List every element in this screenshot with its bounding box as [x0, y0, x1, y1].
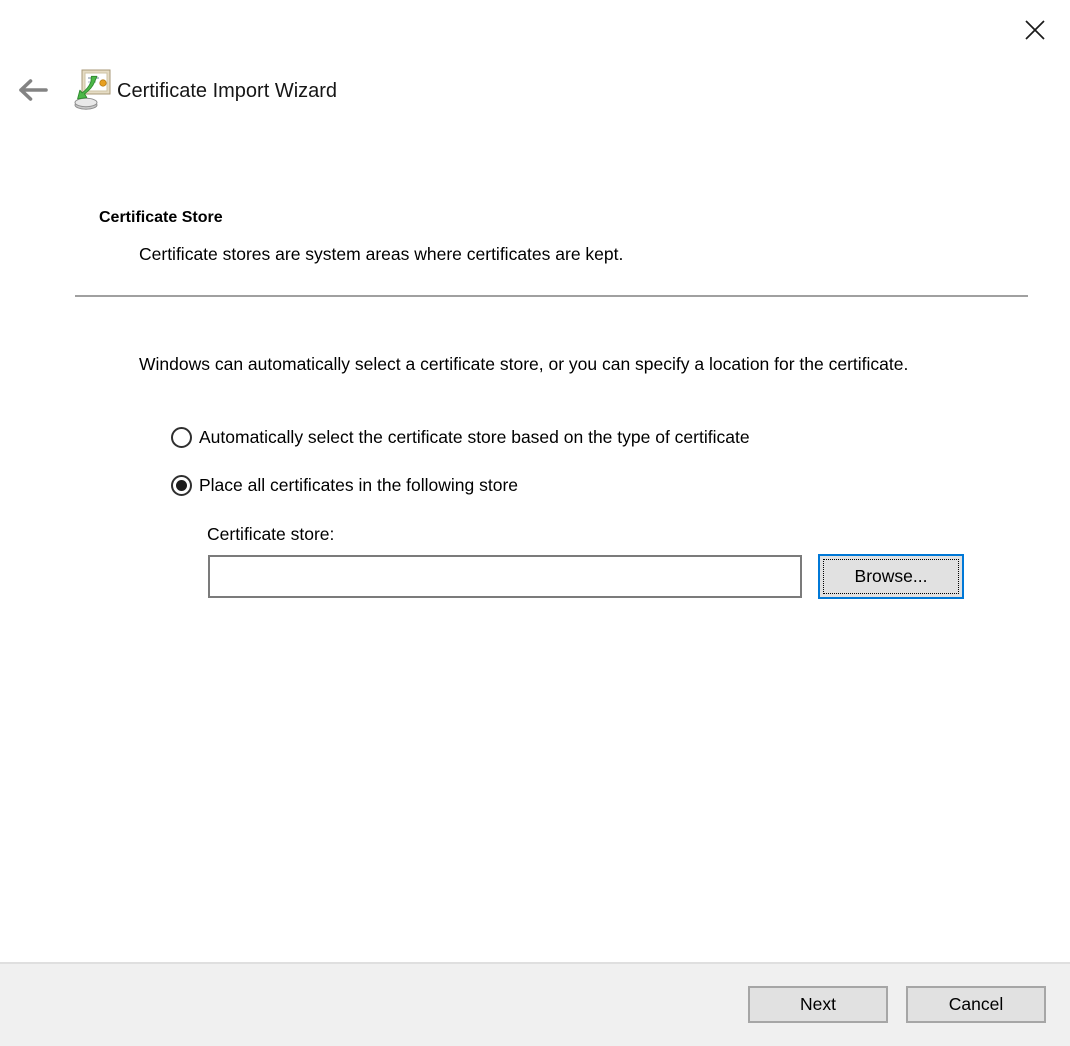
radio-place-all-store[interactable]: Place all certificates in the following … [171, 475, 518, 496]
cancel-button[interactable]: Cancel [906, 986, 1046, 1023]
section-divider [75, 295, 1028, 297]
certificate-store-label: Certificate store: [207, 524, 334, 545]
radio-circle-icon [171, 427, 192, 448]
close-icon [1023, 18, 1047, 42]
page-subheading: Certificate stores are system areas wher… [139, 244, 623, 265]
close-button[interactable] [1016, 12, 1054, 48]
back-button[interactable] [12, 74, 52, 106]
description-text: Windows can automatically select a certi… [139, 351, 977, 377]
next-button[interactable]: Next [748, 986, 888, 1023]
radio-place-all-store-label: Place all certificates in the following … [199, 475, 518, 496]
radio-automatic-store[interactable]: Automatically select the certificate sto… [171, 427, 750, 448]
radio-circle-icon [171, 475, 192, 496]
footer-bar: Next Cancel [0, 962, 1070, 1046]
browse-button[interactable]: Browse... [818, 554, 964, 599]
certificate-store-input[interactable] [208, 555, 802, 598]
radio-automatic-store-label: Automatically select the certificate sto… [199, 427, 750, 448]
page-heading: Certificate Store [99, 209, 223, 227]
back-arrow-icon [15, 77, 49, 103]
certificate-import-wizard-window: Certificate Import Wizard Certificate St… [0, 0, 1070, 1046]
certificate-import-icon [73, 69, 111, 111]
window-title: Certificate Import Wizard [117, 78, 337, 104]
